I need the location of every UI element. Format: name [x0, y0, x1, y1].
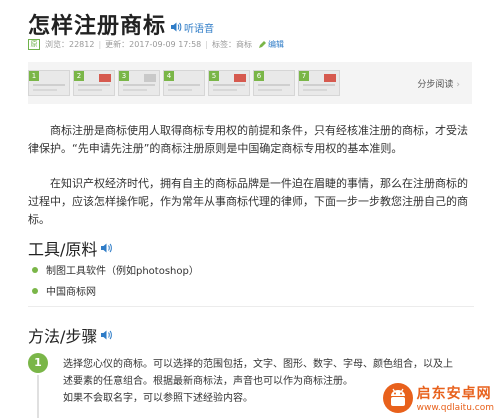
listen-button[interactable]: 听语音: [170, 20, 214, 35]
edit-label: 编辑: [267, 40, 284, 49]
step-thumbnail-number: 2: [74, 71, 84, 81]
tags[interactable]: 标签：商标: [212, 39, 252, 50]
step-number-badge: 1: [28, 353, 48, 373]
speaker-icon: [171, 22, 182, 32]
step-thumbnail[interactable]: 5: [208, 70, 250, 96]
step-thumbnail[interactable]: 1: [28, 70, 70, 96]
step-read-label: 分步阅读: [417, 80, 454, 90]
method-heading: 方法/步骤: [28, 323, 114, 347]
update-time: 更新：2017-09-09 17:58: [105, 40, 202, 49]
step-thumbnail[interactable]: 3: [118, 70, 160, 96]
watermark-url: www.qdlaitu.com: [416, 403, 494, 413]
article-meta: 原 浏览：22812 | 更新：2017-09-09 17:58 | 标签：商标…: [28, 39, 284, 50]
intro-paragraph: 商标注册是商标使用人取得商标专用权的前提和条件，只有经核准注册的商标，才受法律保…: [28, 124, 468, 155]
chevron-right-icon: ›: [456, 80, 460, 90]
step-read-link[interactable]: 分步阅读 ›: [417, 77, 460, 90]
watermark-name: 启东安卓网: [416, 386, 492, 402]
step-thumbnail-number: 7: [299, 71, 309, 81]
meta-divider: |: [98, 40, 102, 49]
android-logo-icon: [382, 383, 413, 413]
method-heading-text: 方法/步骤: [28, 327, 98, 346]
step-thumbnail-strip: 1 2 3 4 5 6 7 分步阅读 ›: [28, 62, 472, 104]
step-thumbnail-number: 1: [29, 71, 39, 81]
step-thumbnail[interactable]: 2: [73, 70, 115, 96]
tools-heading: 工具/原料: [28, 236, 114, 260]
page-title: 怎样注册商标: [28, 14, 167, 39]
tools-heading-text: 工具/原料: [28, 240, 98, 259]
edit-button[interactable]: 编辑: [258, 39, 284, 50]
intro-paragraph: 在知识产权经济时代，拥有自主的商标品牌是一件迫在眉睫的事情，那么在注册商标的过程…: [28, 177, 468, 226]
speaker-icon[interactable]: [100, 242, 114, 254]
step-thumbnail-number: 6: [254, 71, 264, 81]
original-badge: 原: [28, 39, 40, 50]
watermark-text: 启东安卓网 www.qdlaitu.com: [417, 383, 494, 413]
step-thumbnail-number: 5: [209, 71, 219, 81]
section-divider: [28, 306, 474, 307]
listen-label: 听语音: [184, 23, 215, 35]
tool-item: 中国商标网: [46, 287, 96, 298]
step-connector: [37, 375, 39, 418]
list-item: 中国商标网: [32, 283, 96, 298]
speaker-icon[interactable]: [100, 329, 114, 341]
list-item: 制图工具软件（例如photoshop）: [32, 262, 199, 277]
step-thumbnail[interactable]: 7: [298, 70, 340, 96]
bullet-icon: [32, 287, 38, 294]
step-thumbnail-number: 3: [119, 71, 129, 81]
pencil-icon: [258, 40, 266, 48]
step-text-line: 选择您心仪的商标。可以选择的范围包括，文字、图形、数字、字母、颜色组合，以及上: [63, 359, 453, 370]
tool-item: 制图工具软件（例如photoshop）: [46, 266, 199, 277]
article-header: 怎样注册商标 听语音: [28, 8, 214, 40]
meta-divider: |: [205, 40, 208, 49]
bullet-icon: [32, 266, 38, 273]
step-thumbnail-number: 4: [164, 71, 174, 81]
step-thumbnail[interactable]: 4: [163, 70, 205, 96]
site-watermark: 启东安卓网 www.qdlaitu.com: [381, 382, 494, 414]
view-count: 浏览：22812: [45, 40, 95, 49]
step-thumbnail[interactable]: 6: [253, 70, 295, 96]
